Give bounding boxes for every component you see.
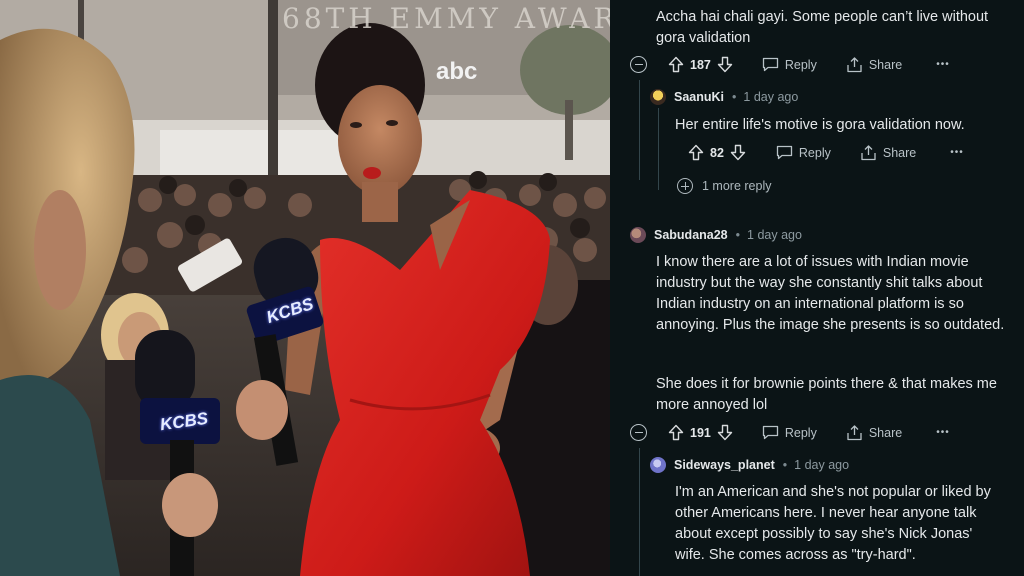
share-button[interactable]: Share	[860, 144, 917, 161]
avatar[interactable]	[650, 457, 666, 473]
abc-logo: abc	[436, 58, 478, 85]
comment-meta: Sideways_planet • 1 day ago	[650, 457, 849, 473]
comment-meta: Sabudana28 • 1 day ago	[630, 227, 802, 243]
reply-button[interactable]: Reply	[776, 145, 831, 160]
share-icon	[846, 56, 863, 73]
thread-line	[639, 80, 640, 180]
video-frame: 68TH EMMY AWARDS abc KCBS KCBS	[0, 0, 610, 576]
vote-group: 191	[668, 424, 733, 441]
comment-actions: 82 Reply Share •••	[688, 144, 964, 161]
vote-group: 187	[668, 56, 733, 73]
comment-actions: 187 Reply Share •••	[630, 56, 950, 73]
username[interactable]: Sabudana28	[654, 228, 728, 242]
reply-label: Reply	[798, 145, 831, 160]
timestamp: 1 day ago	[794, 458, 850, 472]
video-scene	[0, 0, 610, 576]
timestamp: 1 day ago	[747, 228, 802, 242]
reply-icon	[776, 145, 793, 160]
emmy-backdrop-text: 68TH EMMY AWARDS	[282, 2, 610, 35]
reply-icon	[762, 425, 779, 440]
more-replies-link[interactable]: 1 more reply	[677, 178, 771, 194]
comment-body: I'm an American and she's not popular or…	[675, 484, 991, 563]
share-label: Share	[868, 57, 903, 72]
username[interactable]: SaanuKi	[674, 90, 724, 104]
share-icon	[846, 424, 863, 441]
avatar[interactable]	[630, 227, 646, 243]
more-icon[interactable]: •••	[936, 59, 950, 70]
vote-count: 187	[690, 57, 711, 72]
collapse-icon[interactable]	[630, 56, 647, 73]
comment-body: Her entire life's motive is gora validat…	[675, 117, 965, 133]
downvote-icon[interactable]	[730, 144, 746, 161]
share-button[interactable]: Share	[846, 424, 903, 441]
timestamp: 1 day ago	[743, 90, 799, 104]
upvote-icon[interactable]	[668, 56, 684, 73]
reply-icon	[762, 57, 779, 72]
avatar[interactable]	[650, 89, 666, 105]
separator-dot: •	[782, 458, 788, 472]
downvote-icon[interactable]	[717, 56, 733, 73]
more-replies-label: 1 more reply	[702, 179, 772, 193]
more-icon[interactable]: •••	[950, 147, 964, 158]
more-icon[interactable]: •••	[936, 427, 950, 438]
expand-icon	[677, 178, 693, 194]
separator-dot: •	[732, 90, 737, 104]
upvote-icon[interactable]	[688, 144, 704, 161]
thread-line	[658, 108, 659, 190]
reply-label: Reply	[784, 425, 817, 440]
comment-meta: SaanuKi • 1 day ago	[650, 89, 798, 105]
upvote-icon[interactable]	[668, 424, 684, 441]
comment-actions: 191 Reply Share •••	[630, 424, 950, 441]
vote-count: 191	[690, 425, 711, 440]
reply-label: Reply	[784, 57, 817, 72]
share-label: Share	[868, 425, 903, 440]
reply-button[interactable]: Reply	[762, 57, 817, 72]
comment-body: Accha hai chali gayi. Some people can’t …	[656, 9, 989, 46]
downvote-icon[interactable]	[717, 424, 733, 441]
thread-line	[639, 448, 640, 576]
vote-group: 82	[688, 144, 746, 161]
comment-body: I know there are a lot of issues with In…	[656, 254, 1005, 333]
comment-body-paragraph: She does it for brownie points there & t…	[656, 376, 997, 413]
share-icon	[860, 144, 877, 161]
separator-dot: •	[735, 228, 741, 242]
collapse-icon[interactable]	[630, 424, 647, 441]
reply-button[interactable]: Reply	[762, 425, 817, 440]
vote-count: 82	[710, 145, 724, 160]
share-button[interactable]: Share	[846, 56, 903, 73]
share-label: Share	[882, 145, 917, 160]
username[interactable]: Sideways_planet	[674, 458, 775, 472]
comments-panel: Accha hai chali gayi. Some people can’t …	[610, 0, 1024, 576]
